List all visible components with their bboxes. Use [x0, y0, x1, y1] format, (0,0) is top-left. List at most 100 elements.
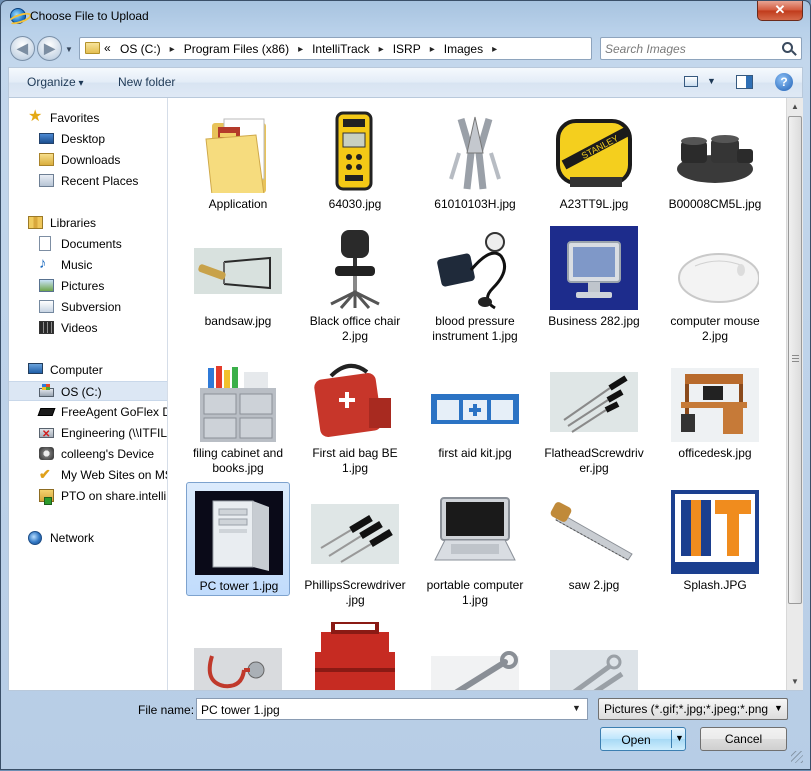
- sidebar-item[interactable]: Engineering (\\ITFIL: [9, 423, 167, 443]
- file-item[interactable]: FlatheadScrewdriver.jpg: [542, 350, 646, 475]
- window-title: Choose File to Upload: [30, 9, 149, 23]
- file-name-dropdown-arrow[interactable]: ▼: [572, 703, 581, 713]
- file-item[interactable]: filing cabinet and books.jpg: [186, 350, 290, 475]
- wrench-thumbnail: [431, 622, 519, 690]
- file-name-label: officedesk.jpg: [678, 446, 752, 460]
- file-name-label: Splash.JPG: [683, 578, 747, 592]
- breadcrumb-item[interactable]: Images: [444, 42, 483, 56]
- breadcrumb-item[interactable]: IntelliTrack: [312, 42, 370, 56]
- breadcrumb-separator-icon[interactable]: ▸: [492, 44, 497, 55]
- forward-button[interactable]: ▶: [37, 36, 62, 61]
- search-input[interactable]: [605, 41, 773, 57]
- chair-thumbnail: [311, 226, 399, 310]
- search-icon[interactable]: [782, 42, 793, 53]
- sidebar-group-network[interactable]: Network: [9, 528, 167, 548]
- sidebar-item[interactable]: Recent Places: [9, 171, 167, 191]
- sidebar-item[interactable]: Desktop: [9, 129, 167, 149]
- file-item[interactable]: [423, 614, 527, 690]
- breadcrumb-separator-icon[interactable]: ▸: [298, 44, 303, 55]
- file-item[interactable]: saw 2.jpg: [542, 482, 646, 596]
- file-name-label: B00008CM5L.jpg: [668, 197, 762, 211]
- sidebar-item[interactable]: ✔ My Web Sites on MS: [9, 465, 167, 485]
- sidebar-item[interactable]: Pictures: [9, 276, 167, 296]
- sidebar-group-libraries[interactable]: Libraries: [9, 213, 167, 233]
- file-item[interactable]: First aid bag BE 1.jpg: [303, 350, 407, 475]
- file-item[interactable]: Business 282.jpg: [542, 218, 646, 332]
- new-folder-button[interactable]: New folder: [118, 75, 175, 89]
- help-icon[interactable]: ?: [775, 73, 793, 91]
- file-item[interactable]: blood pressure instrument 1.jpg: [423, 218, 527, 343]
- sidebar-item-label: Network: [50, 531, 95, 545]
- address-overflow-chevron[interactable]: «: [104, 41, 111, 55]
- open-button[interactable]: Open ▼: [600, 727, 686, 751]
- sidebar-item[interactable]: ♪ Music: [9, 255, 167, 275]
- file-item[interactable]: bandsaw.jpg: [186, 218, 290, 332]
- sidebar-item[interactable]: Videos: [9, 318, 167, 338]
- sidebar-item-label: Favorites: [50, 111, 100, 125]
- folder-item[interactable]: Application: [186, 101, 290, 215]
- preview-pane-icon[interactable]: [736, 75, 753, 89]
- sidebar-item[interactable]: Subversion: [9, 297, 167, 317]
- breadcrumb-item[interactable]: ISRP: [393, 42, 421, 56]
- file-item[interactable]: STANLEY A23TT9L.jpg: [542, 101, 646, 215]
- view-options-dropdown[interactable]: ▼: [707, 76, 716, 86]
- sidebar-item[interactable]: Documents: [9, 234, 167, 254]
- file-item[interactable]: 61010103H.jpg: [423, 101, 527, 215]
- sidebar-item-label: Downloads: [61, 153, 121, 167]
- recent-locations-dropdown[interactable]: ▼: [65, 45, 73, 54]
- file-type-select[interactable]: Pictures (*.gif;*.jpg;*.jpeg;*.png ▼: [598, 698, 788, 720]
- sidebar-group-favorites[interactable]: ★ Favorites: [9, 108, 167, 128]
- file-item[interactable]: PC tower 1.jpg: [186, 482, 290, 596]
- file-item[interactable]: [542, 614, 646, 690]
- chevron-down-icon: ▼: [774, 703, 783, 713]
- sidebar-item[interactable]: colleeng's Device: [9, 444, 167, 464]
- file-item[interactable]: 64030.jpg: [303, 101, 407, 215]
- file-item[interactable]: portable computer 1.jpg: [423, 482, 527, 607]
- sidebar-item[interactable]: PTO on share.intelli: [9, 486, 167, 506]
- file-item[interactable]: PhillipsScrewdriver.jpg: [303, 482, 407, 607]
- sidebar-item-label: OS (C:): [61, 385, 102, 399]
- file-item[interactable]: Splash.JPG: [663, 482, 767, 596]
- file-item[interactable]: [303, 614, 407, 690]
- file-name-input[interactable]: [201, 702, 561, 718]
- cancel-button[interactable]: Cancel: [700, 727, 787, 751]
- first-aid-kit-thumbnail: [431, 358, 519, 442]
- libraries-icon: [28, 216, 43, 229]
- sidebar-item[interactable]: OS (C:): [9, 381, 167, 401]
- address-bar[interactable]: « OS (C:) ▸ Program Files (x86) ▸ IntelliTra…: [79, 37, 664, 60]
- open-options-dropdown[interactable]: ▼: [675, 733, 684, 743]
- search-box[interactable]: [600, 37, 802, 60]
- scroll-down-arrow[interactable]: ▼: [787, 673, 803, 690]
- file-name-label: 64030.jpg: [328, 197, 382, 211]
- open-button-label[interactable]: Open: [601, 733, 671, 747]
- breadcrumb-separator-icon[interactable]: ▸: [430, 44, 435, 55]
- sidebar-item[interactable]: Downloads: [9, 150, 167, 170]
- file-name-combobox[interactable]: ▼: [196, 698, 588, 720]
- file-item[interactable]: Black office chair 2.jpg: [303, 218, 407, 343]
- change-view-icon[interactable]: [684, 76, 698, 87]
- sidebar-item-label: Music: [61, 258, 93, 272]
- close-button[interactable]: ✕: [757, 1, 803, 21]
- vertical-scrollbar[interactable]: ▲ ▼: [786, 98, 803, 690]
- file-item[interactable]: B00008CM5L.jpg: [663, 101, 767, 215]
- file-type-value: Pictures (*.gif;*.jpg;*.jpeg;*.png: [604, 702, 768, 716]
- file-item[interactable]: officedesk.jpg: [663, 350, 767, 464]
- scroll-thumb[interactable]: [788, 116, 802, 604]
- file-item[interactable]: [186, 614, 290, 690]
- file-item[interactable]: first aid kit.jpg: [423, 350, 527, 464]
- sidebar-group-computer[interactable]: Computer: [9, 360, 167, 380]
- sidebar-item[interactable]: FreeAgent GoFlex Dr: [9, 402, 167, 422]
- breadcrumb-separator-icon[interactable]: ▸: [170, 44, 175, 55]
- desk-thumbnail: [671, 358, 759, 442]
- blood-pressure-thumbnail: [431, 226, 519, 310]
- wrenches-thumbnail: [550, 622, 638, 690]
- file-name-label: PC tower 1.jpg: [199, 579, 279, 593]
- breadcrumb-separator-icon[interactable]: ▸: [379, 44, 384, 55]
- back-button[interactable]: ◀: [10, 36, 35, 61]
- resize-grip[interactable]: [791, 751, 803, 763]
- organize-button[interactable]: Organize: [27, 75, 84, 89]
- breadcrumb-item[interactable]: Program Files (x86): [184, 42, 289, 56]
- scroll-up-arrow[interactable]: ▲: [787, 98, 803, 115]
- file-item[interactable]: computer mouse 2.jpg: [663, 218, 767, 343]
- breadcrumb-item[interactable]: OS (C:): [120, 42, 161, 56]
